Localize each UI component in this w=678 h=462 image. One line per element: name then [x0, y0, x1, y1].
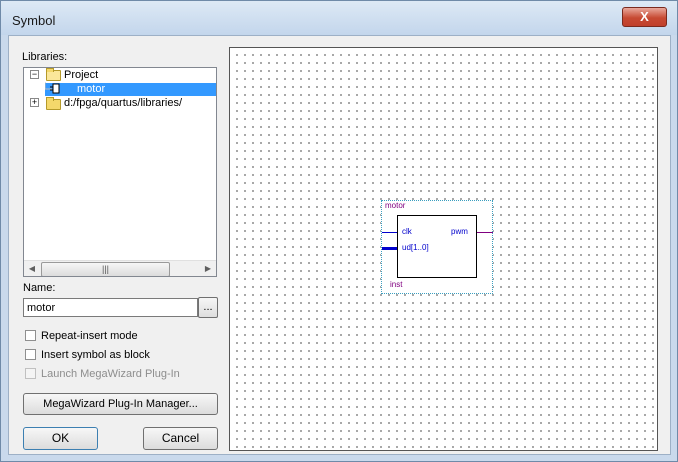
close-button[interactable]: X: [622, 7, 667, 27]
browse-button[interactable]: ...: [198, 297, 218, 318]
collapse-icon[interactable]: −: [30, 70, 39, 79]
ok-button[interactable]: OK: [23, 427, 98, 450]
symbol-name: motor: [385, 201, 406, 210]
dialog-title: Symbol: [12, 13, 56, 28]
symbol-icon: [45, 82, 60, 94]
folder-icon: [46, 97, 61, 110]
expand-icon[interactable]: +: [30, 98, 39, 107]
libraries-tree[interactable]: − Project motor + d:/fpga/quartus/librar…: [23, 67, 217, 277]
launch-megawizard-checkbox: [25, 368, 36, 379]
launch-megawizard-label: Launch MegaWizard Plug-In: [41, 368, 180, 380]
pin-clk-label: clk: [402, 227, 412, 236]
pin-pwm-label: pwm: [451, 227, 468, 236]
symbol-dialog: Symbol X Libraries: − Project motor + d:…: [0, 0, 678, 462]
tree-item-label: motor: [77, 83, 106, 95]
folder-open-icon: [46, 68, 61, 81]
insert-as-block-checkbox[interactable]: [25, 349, 36, 360]
repeat-insert-checkbox[interactable]: [25, 330, 36, 341]
name-input[interactable]: motor: [23, 298, 198, 317]
libraries-label: Libraries:: [22, 51, 68, 63]
pin-pwm-line: [477, 232, 493, 233]
symbol-preview: motor clk ud[1..0] pwm inst: [381, 200, 493, 294]
scroll-left-icon[interactable]: ◀: [24, 261, 40, 276]
tree-item-project[interactable]: − Project: [24, 68, 216, 82]
pin-ud-label: ud[1..0]: [402, 243, 429, 252]
tree-item-libraries[interactable]: + d:/fpga/quartus/libraries/: [24, 96, 216, 110]
scroll-right-icon[interactable]: ▶: [200, 261, 216, 276]
dialog-client: Libraries: − Project motor + d:/fpga/qua…: [8, 35, 671, 455]
tree-item-label: Project: [64, 69, 99, 81]
symbol-instance: inst: [390, 280, 403, 289]
cancel-button[interactable]: Cancel: [143, 427, 218, 450]
tree-item-motor[interactable]: motor: [24, 82, 216, 96]
pin-ud-bus-line: [382, 247, 397, 250]
scrollbar-thumb[interactable]: |||: [41, 262, 170, 276]
symbol-preview-canvas: motor clk ud[1..0] pwm inst: [229, 47, 658, 451]
title-bar[interactable]: Symbol X: [1, 1, 677, 35]
name-label: Name:: [23, 282, 56, 294]
tree-item-label: d:/fpga/quartus/libraries/: [64, 97, 183, 109]
repeat-insert-label: Repeat-insert mode: [41, 330, 138, 342]
pin-clk-line: [382, 232, 397, 233]
tree-horizontal-scrollbar[interactable]: ◀ ||| ▶: [24, 260, 216, 276]
insert-as-block-label: Insert symbol as block: [41, 349, 150, 361]
megawizard-manager-button[interactable]: MegaWizard Plug-In Manager...: [23, 393, 218, 415]
